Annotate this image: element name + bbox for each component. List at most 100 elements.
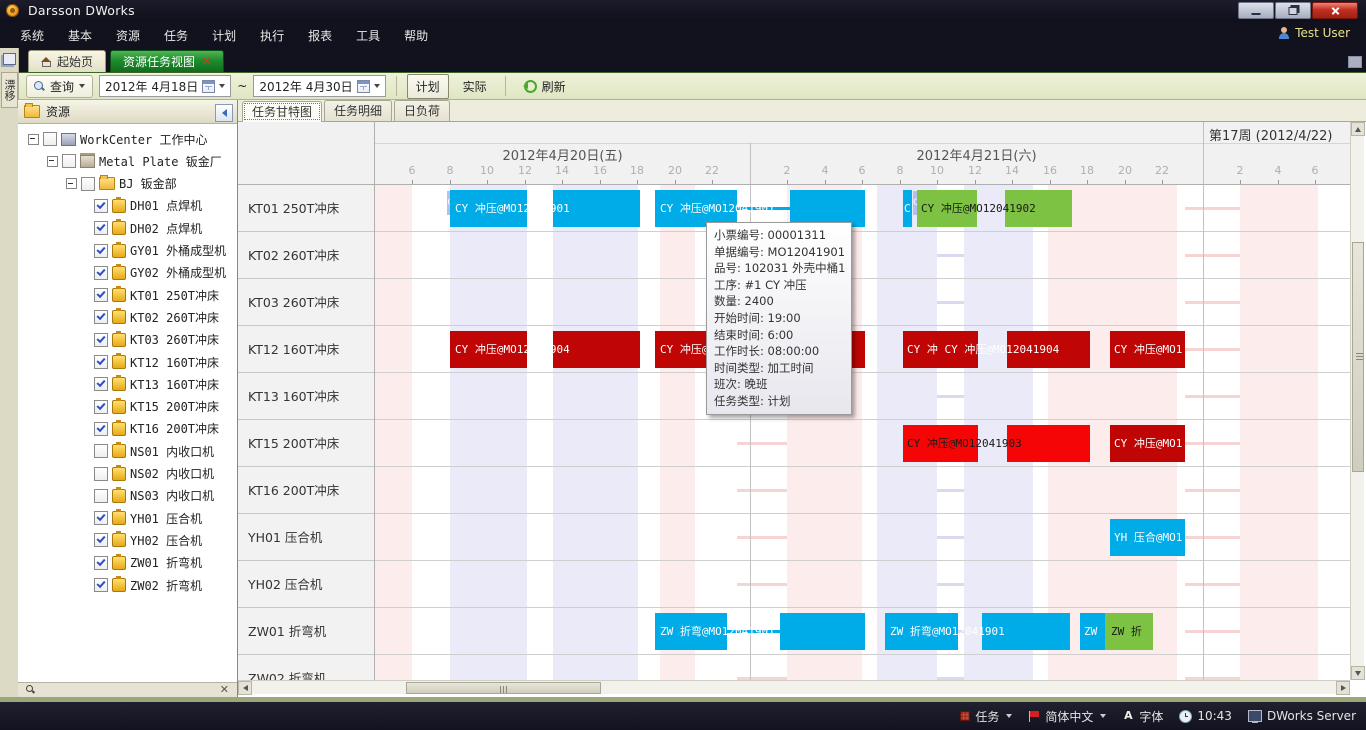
tree-checkbox[interactable] <box>81 177 95 191</box>
status-item-0[interactable]: 任务 <box>960 708 1012 725</box>
tree-expander-icon[interactable] <box>47 156 58 167</box>
tree-item-17[interactable]: YH01 压合机 <box>94 507 202 529</box>
tree-checkbox[interactable] <box>94 333 108 347</box>
menu-items: 系统基本资源任务计划执行报表工具帮助 <box>8 22 440 48</box>
tree-item-2[interactable]: BJ 钣金部 <box>66 173 177 195</box>
close-tab-icon[interactable]: ✕ <box>202 55 211 68</box>
tree-item-12[interactable]: KT15 200T冲床 <box>94 396 219 418</box>
tree-item-3[interactable]: DH01 点焊机 <box>94 195 202 217</box>
tree-checkbox[interactable] <box>94 288 108 302</box>
scroll-down-button[interactable] <box>1351 666 1365 680</box>
hour-label: 2 <box>1228 164 1252 177</box>
collapsed-panel-tab[interactable]: 漂移 <box>1 72 18 108</box>
tooltip-line: 品号: 102031 外壳中桶1 <box>714 260 844 277</box>
tree-checkbox[interactable] <box>94 422 108 436</box>
minimize-button[interactable] <box>1238 2 1274 19</box>
tree-checkbox[interactable] <box>94 444 108 458</box>
menu-item-4[interactable]: 计划 <box>200 22 248 48</box>
tree-item-4[interactable]: DH02 点焊机 <box>94 217 202 239</box>
cascade-windows-icon[interactable] <box>3 53 16 65</box>
tree-item-14[interactable]: NS01 内收口机 <box>94 440 214 462</box>
horizontal-scrollbar[interactable] <box>238 680 1350 694</box>
status-item-1[interactable]: 简体中文 <box>1028 708 1106 725</box>
tree-checkbox[interactable] <box>94 556 108 570</box>
task-bar[interactable] <box>780 613 865 650</box>
tree-item-7[interactable]: KT01 250T冲床 <box>94 284 219 306</box>
menu-item-3[interactable]: 任务 <box>152 22 200 48</box>
tree-item-6[interactable]: GY02 外桶成型机 <box>94 262 226 284</box>
tree-item-18[interactable]: YH02 压合机 <box>94 529 202 551</box>
tree-checkbox[interactable] <box>94 578 108 592</box>
date-from-field[interactable]: 2012年 4月18日 <box>99 75 231 97</box>
tree-item-1[interactable]: Metal Plate 钣金厂 <box>47 150 222 172</box>
doc-tab-1[interactable]: 资源任务视图 ✕ <box>110 50 224 72</box>
tree-item-0[interactable]: WorkCenter 工作中心 <box>28 128 207 150</box>
scroll-right-button[interactable] <box>1336 681 1350 695</box>
close-button[interactable] <box>1312 2 1358 19</box>
tree-checkbox[interactable] <box>94 266 108 280</box>
tree-checkbox[interactable] <box>94 199 108 213</box>
shift-gap-connector <box>1185 442 1240 445</box>
tree-checkbox[interactable] <box>94 244 108 258</box>
tree-item-19[interactable]: ZW01 折弯机 <box>94 552 202 574</box>
menu-item-6[interactable]: 报表 <box>296 22 344 48</box>
tree-item-9[interactable]: KT03 260T冲床 <box>94 329 219 351</box>
shift-gap-connector <box>1185 301 1240 304</box>
refresh-button[interactable]: 刷新 <box>516 75 574 98</box>
actual-mode-button[interactable]: 实际 <box>455 75 495 98</box>
tree-checkbox[interactable] <box>94 533 108 547</box>
tree-checkbox[interactable] <box>43 132 57 146</box>
tree-checkbox[interactable] <box>94 400 108 414</box>
tree-item-16[interactable]: NS03 内收口机 <box>94 485 214 507</box>
status-item-3[interactable]: 10:43 <box>1179 709 1232 723</box>
scroll-left-button[interactable] <box>238 681 252 695</box>
tooltip-line: 小票编号: 00001311 <box>714 227 844 244</box>
tree-item-5[interactable]: GY01 外桶成型机 <box>94 240 226 262</box>
tree-expander-icon[interactable] <box>66 178 77 189</box>
collapse-panel-button[interactable] <box>215 104 233 122</box>
restore-button[interactable] <box>1275 2 1311 19</box>
query-button[interactable]: 查询 <box>26 75 93 98</box>
tree-checkbox[interactable] <box>94 467 108 481</box>
tree-item-8[interactable]: KT02 260T冲床 <box>94 306 219 328</box>
tree-item-20[interactable]: ZW02 折弯机 <box>94 574 202 596</box>
scroll-up-button[interactable] <box>1351 122 1365 136</box>
horizontal-scroll-thumb[interactable] <box>406 682 601 694</box>
tree-checkbox[interactable] <box>62 154 76 168</box>
tree-item-11[interactable]: KT13 160T冲床 <box>94 373 219 395</box>
menu-item-5[interactable]: 执行 <box>248 22 296 48</box>
tree-expander-icon[interactable] <box>28 134 39 145</box>
view-tab-1[interactable]: 任务明细 <box>324 100 392 121</box>
window-list-icon[interactable] <box>1348 56 1362 68</box>
date-to-field[interactable]: 2012年 4月30日 <box>253 75 385 97</box>
menu-item-2[interactable]: 资源 <box>104 22 152 48</box>
tree-item-label: KT12 160T冲床 <box>130 354 219 371</box>
doc-tab-label: 资源任务视图 <box>123 53 195 70</box>
view-tab-0[interactable]: 任务甘特图 <box>242 101 322 122</box>
tree-item-15[interactable]: NS02 内收口机 <box>94 463 214 485</box>
tree-checkbox[interactable] <box>94 355 108 369</box>
find-icon[interactable] <box>26 685 35 694</box>
menu-item-8[interactable]: 帮助 <box>392 22 440 48</box>
menu-item-7[interactable]: 工具 <box>344 22 392 48</box>
tree-item-13[interactable]: KT16 200T冲床 <box>94 418 219 440</box>
hour-label: 8 <box>438 164 462 177</box>
close-icon[interactable]: ✕ <box>220 683 229 696</box>
plan-mode-button[interactable]: 计划 <box>407 74 449 99</box>
status-item-4[interactable]: DWorks Server <box>1248 709 1356 723</box>
tree-item-10[interactable]: KT12 160T冲床 <box>94 351 219 373</box>
tree-checkbox[interactable] <box>94 377 108 391</box>
menu-item-0[interactable]: 系统 <box>8 22 56 48</box>
vertical-scrollbar[interactable] <box>1350 122 1364 680</box>
view-tab-2[interactable]: 日负荷 <box>394 100 450 121</box>
status-item-2[interactable]: A字体 <box>1122 708 1163 725</box>
shift-gap-connector <box>937 536 964 539</box>
menu-item-1[interactable]: 基本 <box>56 22 104 48</box>
shift-gap-connector <box>1185 489 1240 492</box>
tree-checkbox[interactable] <box>94 511 108 525</box>
vertical-scroll-thumb[interactable] <box>1352 242 1364 472</box>
tree-checkbox[interactable] <box>94 221 108 235</box>
doc-tab-0[interactable]: 起始页 <box>28 50 106 72</box>
tree-checkbox[interactable] <box>94 489 108 503</box>
tree-checkbox[interactable] <box>94 310 108 324</box>
